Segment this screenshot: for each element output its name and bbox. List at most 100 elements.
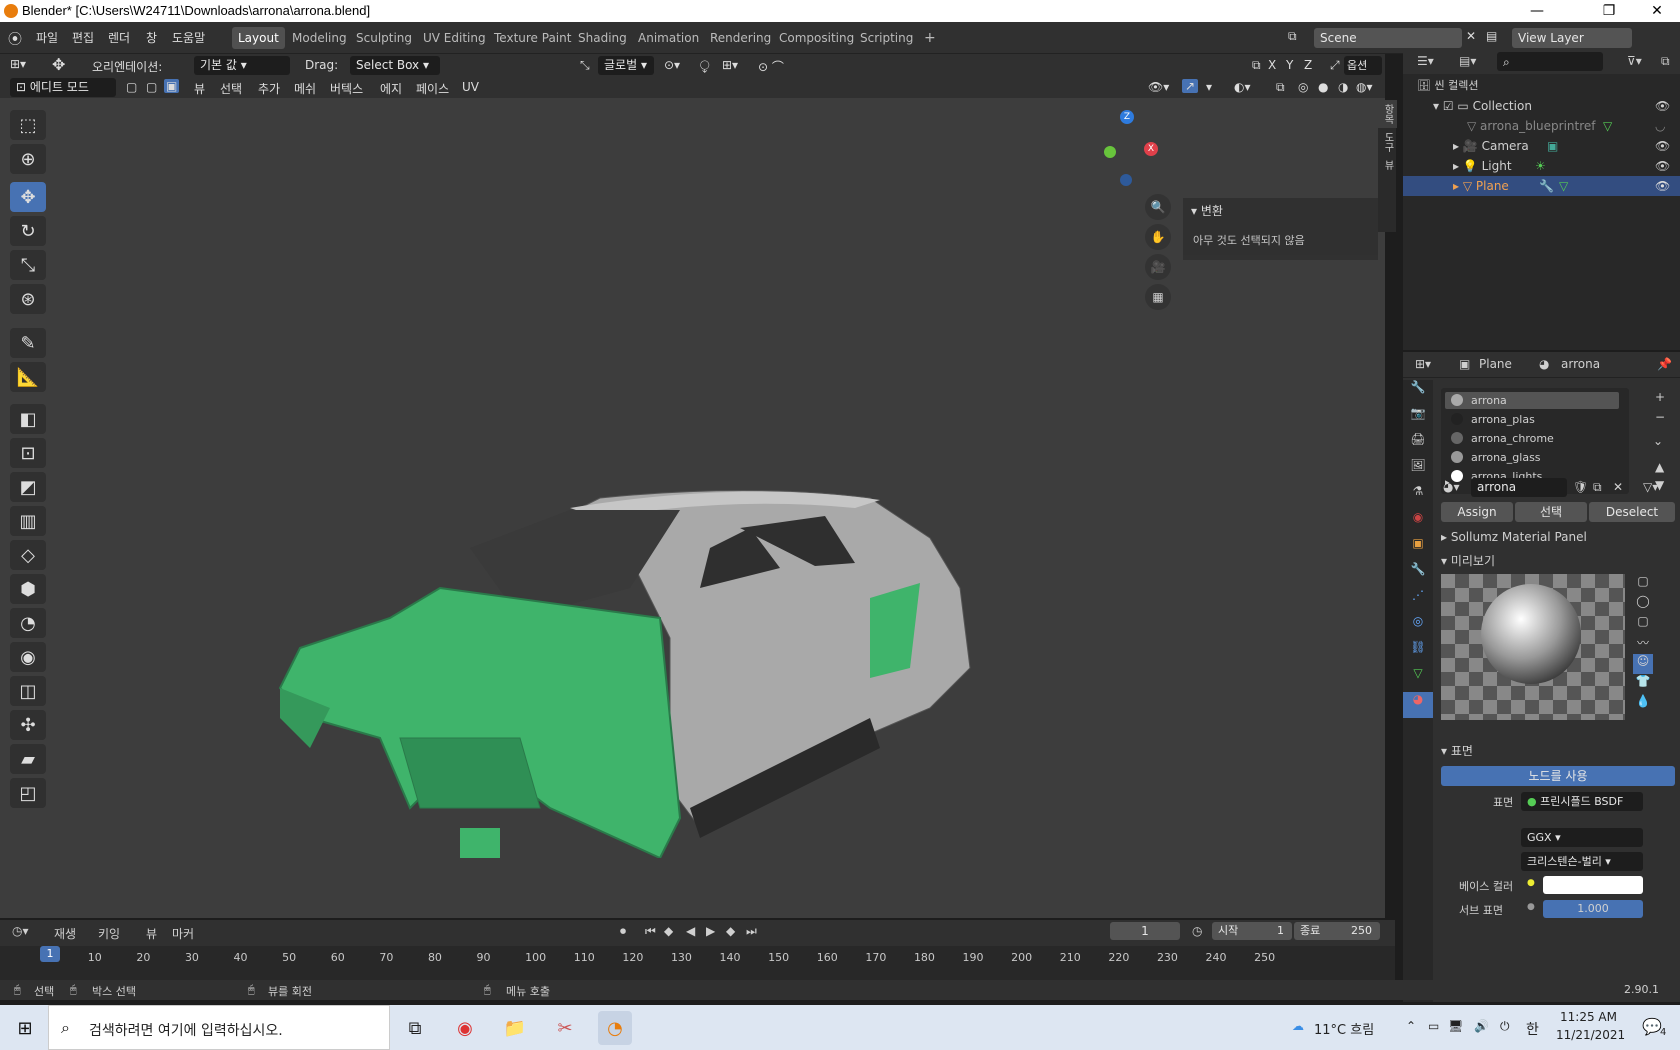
network-icon[interactable]: 🖥: [1448, 1019, 1463, 1033]
options-dropdown[interactable]: 옵션: [1344, 56, 1382, 75]
gizmo-dropdown-icon[interactable]: ▾: [1206, 80, 1212, 94]
outliner-item-collection[interactable]: ▾ ☑ ▭ Collection 👁: [1403, 96, 1680, 116]
tab-modeling[interactable]: Modeling: [286, 27, 353, 49]
auto-merge-icon[interactable]: ⤢: [1330, 58, 1340, 73]
3d-viewport[interactable]: ⬚ ⊕ ✥ ↻ ⤡ ⊛ ✎ 📐 ◧ ⊡ ◩ ▥ ◇ ⬢ ◔ ◉ ◫ ✣ ▰ ◰ …: [0, 98, 1397, 918]
cursor-tool-icon[interactable]: ⊕: [10, 144, 46, 174]
spin-tool-icon[interactable]: ◔: [10, 608, 46, 638]
snap-icon[interactable]: ⧬: [700, 58, 710, 73]
tab-rendering[interactable]: Rendering: [704, 27, 777, 49]
world-tab-icon[interactable]: ◉: [1403, 510, 1433, 536]
edge-select-mode-icon[interactable]: ▢: [146, 80, 157, 94]
tab-sculpting[interactable]: Sculpting: [350, 27, 418, 49]
object-tab-icon[interactable]: ▣: [1403, 536, 1433, 562]
menu-select[interactable]: 선택: [220, 80, 242, 97]
next-keyframe-icon[interactable]: ◆: [726, 924, 735, 938]
clock-time[interactable]: 11:25 AM: [1560, 1010, 1617, 1024]
material-name-field[interactable]: arrona: [1471, 478, 1567, 497]
paint-app-icon[interactable]: ✂: [548, 1011, 582, 1045]
surface-panel-header[interactable]: ▾ 표면: [1441, 742, 1473, 759]
subsurface-method-select[interactable]: 크리스텐슨-벌리 ▾: [1521, 852, 1643, 871]
tab-item[interactable]: 항목: [1378, 100, 1397, 128]
link-type-icon[interactable]: ▽▾: [1643, 480, 1658, 494]
ime-indicator[interactable]: 한: [1526, 1019, 1539, 1039]
preview-cube-icon[interactable]: ▢: [1633, 614, 1653, 634]
output-tab-icon[interactable]: 🖨: [1403, 432, 1433, 458]
play-reverse-icon[interactable]: ◀: [686, 924, 695, 938]
menu-view[interactable]: 뷰: [194, 80, 205, 97]
annotate-tool-icon[interactable]: ✎: [10, 328, 46, 358]
navigation-gizmo[interactable]: Z X: [1098, 106, 1168, 186]
view-layer-tab-icon[interactable]: 🖼: [1403, 458, 1433, 484]
slot-arrona[interactable]: arrona: [1445, 392, 1619, 409]
loop-cut-tool-icon[interactable]: ▥: [10, 506, 46, 536]
menu-add[interactable]: 추가: [258, 80, 280, 97]
outliner-editor-icon[interactable]: ☰▾: [1417, 54, 1434, 68]
preview-panel-header[interactable]: ▾ 미리보기: [1441, 552, 1495, 569]
tray-chevron-icon[interactable]: ⌃: [1406, 1019, 1416, 1033]
proportional-edit-icon[interactable]: ⊙ ⌒: [758, 58, 784, 75]
new-collection-icon[interactable]: ⧉: [1661, 54, 1670, 69]
properties-editor-icon[interactable]: ⊞▾: [1415, 357, 1431, 371]
view-layer-field[interactable]: View Layer: [1512, 28, 1632, 48]
shrink-fatten-tool-icon[interactable]: ✣: [10, 710, 46, 740]
outliner-item-plane[interactable]: ▸ ▽ Plane 🔧 ▽ 👁: [1403, 176, 1680, 196]
visibility-icon[interactable]: 👁▾: [1148, 80, 1169, 94]
modifier-tab-icon[interactable]: 🔧: [1403, 562, 1433, 588]
menu-window[interactable]: 창: [146, 29, 157, 46]
move-slot-up-icon[interactable]: ▲: [1655, 460, 1664, 474]
fake-user-icon[interactable]: 🛡: [1573, 480, 1588, 494]
unlink-material-icon[interactable]: ✕: [1613, 480, 1623, 494]
particles-tab-icon[interactable]: ⋰: [1403, 588, 1433, 614]
menu-uv[interactable]: UV: [462, 80, 479, 94]
outliner-search-input[interactable]: ⌕: [1497, 52, 1603, 71]
hidden-eye-icon[interactable]: ◡: [1655, 116, 1665, 136]
menu-edge[interactable]: 에지: [380, 80, 402, 97]
preview-hair-icon[interactable]: 〰: [1633, 634, 1653, 654]
bevel-tool-icon[interactable]: ◩: [10, 472, 46, 502]
tab-tool[interactable]: 도구: [1378, 128, 1397, 156]
slot-arrona-chrome[interactable]: arrona_chrome: [1445, 430, 1619, 447]
tab-layout[interactable]: Layout: [232, 27, 285, 49]
volume-icon[interactable]: 🔊: [1474, 1019, 1489, 1033]
tab-compositing[interactable]: Compositing: [773, 27, 860, 49]
close-button[interactable]: ✕: [1634, 0, 1680, 22]
face-select-mode-icon[interactable]: ▣: [164, 79, 180, 93]
select-box-tool-icon[interactable]: ⬚: [10, 110, 46, 140]
data-tab-icon[interactable]: ▽: [1403, 666, 1433, 692]
gizmo-y-axis[interactable]: [1104, 146, 1116, 158]
slot-specials-icon[interactable]: ⌄: [1653, 434, 1663, 448]
pin-icon[interactable]: 📌: [1657, 357, 1672, 371]
perspective-grid-icon[interactable]: ▦: [1145, 284, 1171, 310]
mirror-icon[interactable]: ⧉: [1252, 58, 1261, 73]
scene-tab-icon[interactable]: ⚗: [1403, 484, 1433, 510]
camera-view-icon[interactable]: 🎥: [1145, 254, 1171, 280]
tab-uv-editing[interactable]: UV Editing: [417, 27, 492, 49]
tab-view[interactable]: 뷰: [1378, 156, 1397, 174]
jump-end-icon[interactable]: ⏭: [746, 924, 757, 939]
tab-shading[interactable]: Shading: [572, 27, 633, 49]
display-mode-icon[interactable]: ▤▾: [1459, 54, 1476, 68]
surface-shader-select[interactable]: ● 프린시플드 BSDF: [1521, 792, 1643, 811]
solid-shading-icon[interactable]: ●: [1318, 80, 1328, 94]
menu-render[interactable]: 렌더: [108, 29, 130, 46]
knife-tool-icon[interactable]: ◇: [10, 540, 46, 570]
view-layer-icon[interactable]: ▤: [1486, 29, 1497, 43]
jump-start-icon[interactable]: ⏮: [645, 924, 656, 939]
transform-space-select[interactable]: 글로벌 ▾: [598, 56, 654, 75]
deselect-button[interactable]: Deselect: [1589, 502, 1675, 522]
mirror-z-toggle[interactable]: Z: [1304, 58, 1312, 72]
notification-icon[interactable]: 💬: [1642, 1017, 1662, 1036]
menu-face[interactable]: 페이스: [416, 80, 449, 97]
rip-tool-icon[interactable]: ◰: [10, 778, 46, 808]
weather-text[interactable]: 11°C 흐림: [1314, 1019, 1374, 1038]
battery-icon[interactable]: ▭: [1428, 1019, 1439, 1033]
preview-fluid-icon[interactable]: 💧: [1633, 694, 1653, 714]
power-icon[interactable]: ⏻: [1500, 1019, 1510, 1034]
base-color-swatch[interactable]: [1543, 876, 1643, 894]
clock-date[interactable]: 11/21/2021: [1556, 1028, 1625, 1042]
assign-button[interactable]: Assign: [1441, 502, 1513, 522]
chrome-icon[interactable]: ◉: [448, 1011, 482, 1045]
menu-timeline-view[interactable]: 뷰: [146, 925, 157, 942]
mirror-x-toggle[interactable]: X: [1268, 58, 1276, 72]
